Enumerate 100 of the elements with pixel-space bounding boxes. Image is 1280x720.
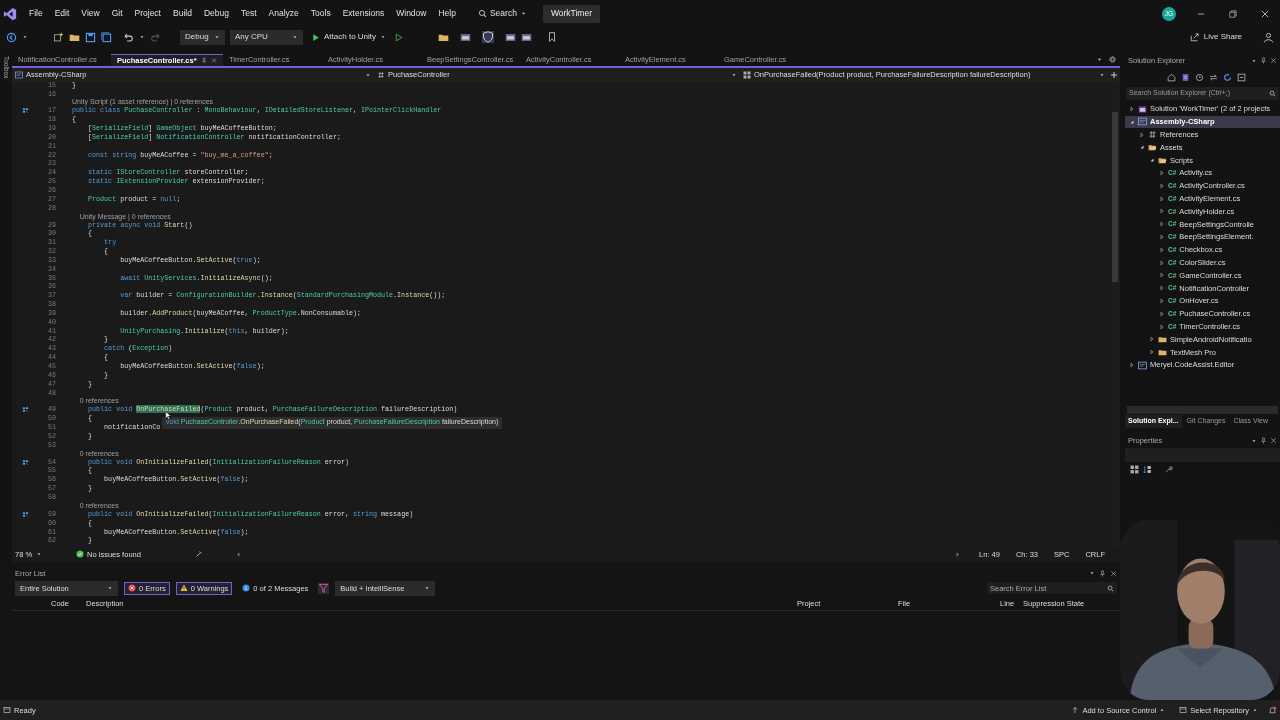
caret-icon[interactable] xyxy=(1089,570,1095,577)
pin-icon[interactable] xyxy=(1260,57,1267,65)
cube-icon xyxy=(743,70,751,79)
caret-icon xyxy=(292,34,298,41)
search-button[interactable]: Search xyxy=(471,5,533,22)
caret-icon xyxy=(519,10,527,18)
menu-item[interactable]: Extensions xyxy=(336,5,391,23)
run-button[interactable]: Attach to Unity xyxy=(308,29,390,45)
project-icon xyxy=(15,70,23,79)
menu-item[interactable]: Help xyxy=(432,5,462,23)
menu-item[interactable]: Debug xyxy=(197,5,235,23)
settings-icon[interactable] xyxy=(1109,55,1116,63)
caret-icon xyxy=(731,71,737,78)
pin-icon[interactable] xyxy=(1260,437,1267,445)
search-icon xyxy=(477,9,487,19)
close-icon[interactable] xyxy=(1270,437,1277,445)
filter-icon[interactable] xyxy=(318,582,330,594)
caret-icon xyxy=(365,71,371,78)
menu-item[interactable]: Tools xyxy=(304,5,337,23)
caret-icon xyxy=(107,585,113,592)
warning-icon xyxy=(179,584,188,593)
project-icon xyxy=(1138,360,1147,370)
pin-icon[interactable] xyxy=(1099,569,1106,577)
live-share-button[interactable]: Live Share xyxy=(1189,31,1242,44)
menu-item[interactable]: Project xyxy=(128,5,167,23)
unity-icon[interactable] xyxy=(22,406,29,414)
mouse-pointer-icon xyxy=(164,409,173,421)
solution-icon xyxy=(1138,104,1147,114)
bookmark-icon[interactable] xyxy=(547,32,558,43)
menu-item[interactable]: Test xyxy=(234,5,263,23)
window-icon[interactable] xyxy=(521,31,533,43)
menu-item[interactable]: Window xyxy=(390,5,433,23)
project-icon xyxy=(1138,117,1147,127)
references-icon xyxy=(1148,130,1157,140)
solution-name: WorkTimer xyxy=(542,4,600,23)
caret-icon[interactable] xyxy=(1251,57,1257,64)
caret-icon[interactable] xyxy=(1251,437,1257,444)
caret-icon[interactable] xyxy=(36,551,43,558)
search-icon xyxy=(1269,89,1276,97)
platform-dropdown[interactable]: Any CPU xyxy=(230,29,303,45)
new-item-icon[interactable] xyxy=(53,31,64,43)
collapsed-arrow-icon xyxy=(1129,106,1135,113)
swap-icon[interactable] xyxy=(1209,72,1218,82)
configuration-dropdown[interactable]: Debug xyxy=(180,29,225,45)
home-icon[interactable] xyxy=(1167,72,1176,82)
caret-icon xyxy=(214,34,220,41)
collapse-icon[interactable] xyxy=(1237,72,1246,82)
unity-icon[interactable] xyxy=(22,510,29,518)
undo-icon[interactable] xyxy=(123,31,134,43)
sync-icon[interactable] xyxy=(1223,72,1232,82)
files-icon[interactable] xyxy=(1181,72,1190,82)
brush-icon[interactable] xyxy=(194,550,203,559)
pin-icon[interactable] xyxy=(200,56,207,64)
menu-item[interactable]: Edit xyxy=(48,5,76,23)
open-folder-icon xyxy=(1158,155,1167,165)
notification-icon[interactable] xyxy=(1268,705,1277,715)
play-outline-icon[interactable] xyxy=(394,32,404,42)
repository-icon xyxy=(1179,706,1188,715)
right-arrow-icon[interactable] xyxy=(954,550,961,558)
categorized-icon[interactable] xyxy=(1130,465,1139,475)
class-icon xyxy=(377,70,385,79)
menu-item[interactable]: Analyze xyxy=(262,5,305,23)
window-icon[interactable] xyxy=(505,31,517,43)
menu-item[interactable]: Build xyxy=(167,5,198,23)
caret-icon[interactable] xyxy=(139,34,145,41)
save-icon[interactable] xyxy=(85,31,96,43)
caret-icon xyxy=(1099,71,1105,78)
person-icon[interactable] xyxy=(1263,31,1274,43)
restore-icon[interactable] xyxy=(1228,8,1238,19)
up-caret-icon xyxy=(1252,707,1258,714)
expanded-arrow-icon xyxy=(1129,118,1135,125)
collapsed-arrow-icon xyxy=(1129,362,1135,369)
error-icon xyxy=(128,584,136,593)
up-caret-icon xyxy=(1159,707,1166,714)
unity-icon[interactable] xyxy=(22,458,29,466)
close-icon[interactable] xyxy=(1110,569,1117,577)
history-icon[interactable] xyxy=(1195,72,1204,82)
save-all-icon[interactable] xyxy=(101,31,112,43)
menu-item[interactable]: File xyxy=(23,5,49,23)
caret-icon xyxy=(380,34,387,41)
search-icon xyxy=(1107,584,1114,592)
caret-icon xyxy=(424,585,431,592)
window-icon[interactable] xyxy=(460,31,472,43)
share-icon xyxy=(1189,32,1200,43)
left-arrow-icon[interactable] xyxy=(234,550,242,558)
close-icon[interactable] xyxy=(1260,8,1270,19)
upload-icon xyxy=(1071,706,1080,715)
menu-item[interactable]: Git xyxy=(105,5,129,23)
unity-icon[interactable] xyxy=(22,107,29,115)
shield-icon[interactable] xyxy=(482,31,495,44)
add-icon[interactable] xyxy=(1110,70,1118,79)
menu-item[interactable]: View xyxy=(75,5,106,23)
close-icon[interactable] xyxy=(1270,57,1277,65)
wrench-icon[interactable] xyxy=(1164,465,1173,475)
open-folder-icon xyxy=(1148,143,1157,152)
back-icon[interactable] xyxy=(6,31,17,43)
sort-icon[interactable] xyxy=(1143,465,1152,475)
collapsed-arrow-icon xyxy=(1139,131,1145,138)
check-circle-icon xyxy=(76,550,85,559)
caret-icon[interactable] xyxy=(22,34,28,41)
